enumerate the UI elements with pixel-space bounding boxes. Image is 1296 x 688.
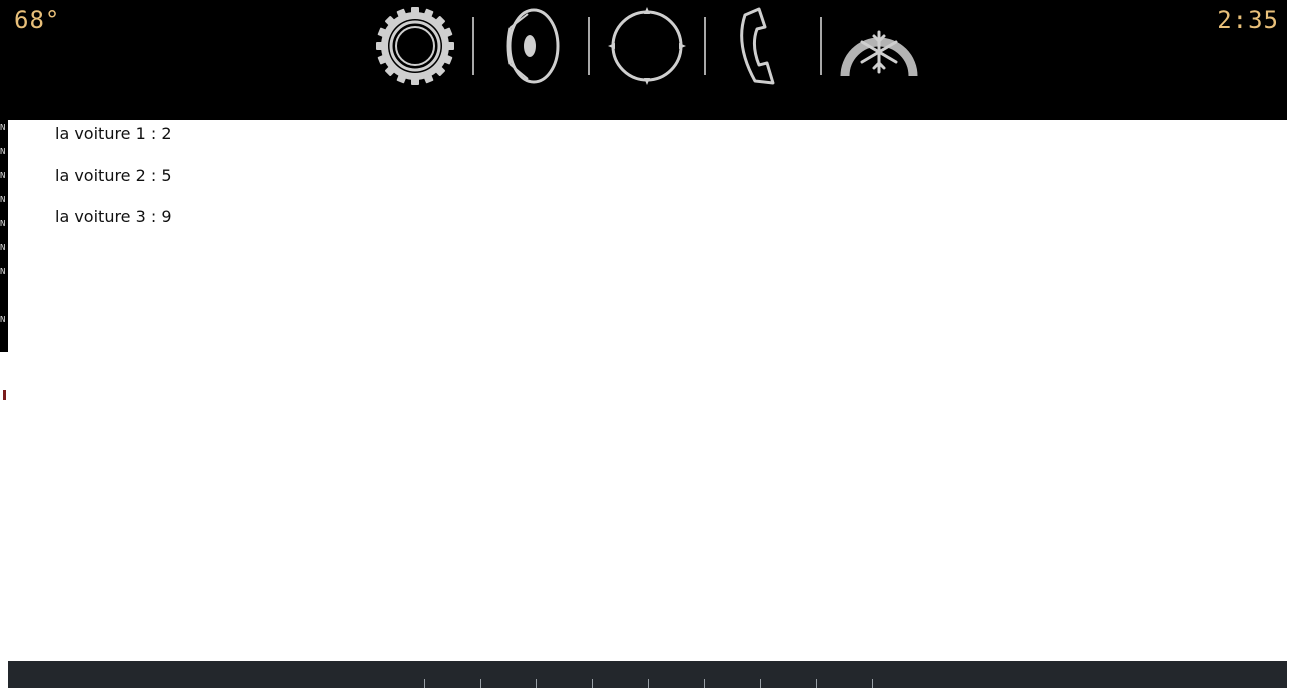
toolbar-divider [704,17,706,75]
list-item: la voiture 2 : 5 [55,165,172,185]
compass-icon [607,6,687,86]
footer-tick [760,679,761,688]
climate-snowflake-icon [836,6,922,86]
climate-button[interactable] [834,4,924,88]
footer-tick [592,679,593,688]
phone-button[interactable] [718,4,808,88]
footer-tick [424,679,425,688]
footer-tick [480,679,481,688]
clock-readout: 2:35 [1217,6,1279,34]
terminal-char: N [0,196,6,205]
terminal-char: N [0,316,6,325]
terminal-char: N [0,220,6,229]
list-item: la voiture 1 : 2 [55,124,172,143]
footer-tick [704,679,705,688]
terminal-char: N [0,244,6,253]
terminal-char: N [0,172,6,181]
top-bar: 68° 2:35 [0,0,1287,120]
phone-icon [733,5,793,87]
footer-tick [536,679,537,688]
toolbar-divider [472,17,474,75]
main-content: la voiture 1 : 2 la voiture 2 : 5 la voi… [8,120,1287,661]
right-edge [1287,0,1296,688]
car-list: la voiture 1 : 2 la voiture 2 : 5 la voi… [55,124,172,249]
settings-button[interactable] [370,4,460,88]
terminal-char: N [0,124,6,133]
toolbar-divider [820,17,822,75]
temperature-readout: 68° [14,6,61,34]
terminal-char: N [0,148,6,157]
list-item: la voiture 3 : 9 [55,207,172,226]
terminal-char: N [0,268,6,277]
main-toolbar [370,4,924,88]
audio-button[interactable] [486,4,576,88]
app-window: N N N N N N N N N 68° [0,0,1296,688]
settings-gear-icon [375,6,455,86]
terminal-marker [3,390,6,400]
footer-tick [648,679,649,688]
footer-tick [872,679,873,688]
navigation-button[interactable] [602,4,692,88]
speaker-icon [496,6,566,86]
footer-tick [816,679,817,688]
toolbar-divider [588,17,590,75]
bottom-bar [8,661,1287,688]
